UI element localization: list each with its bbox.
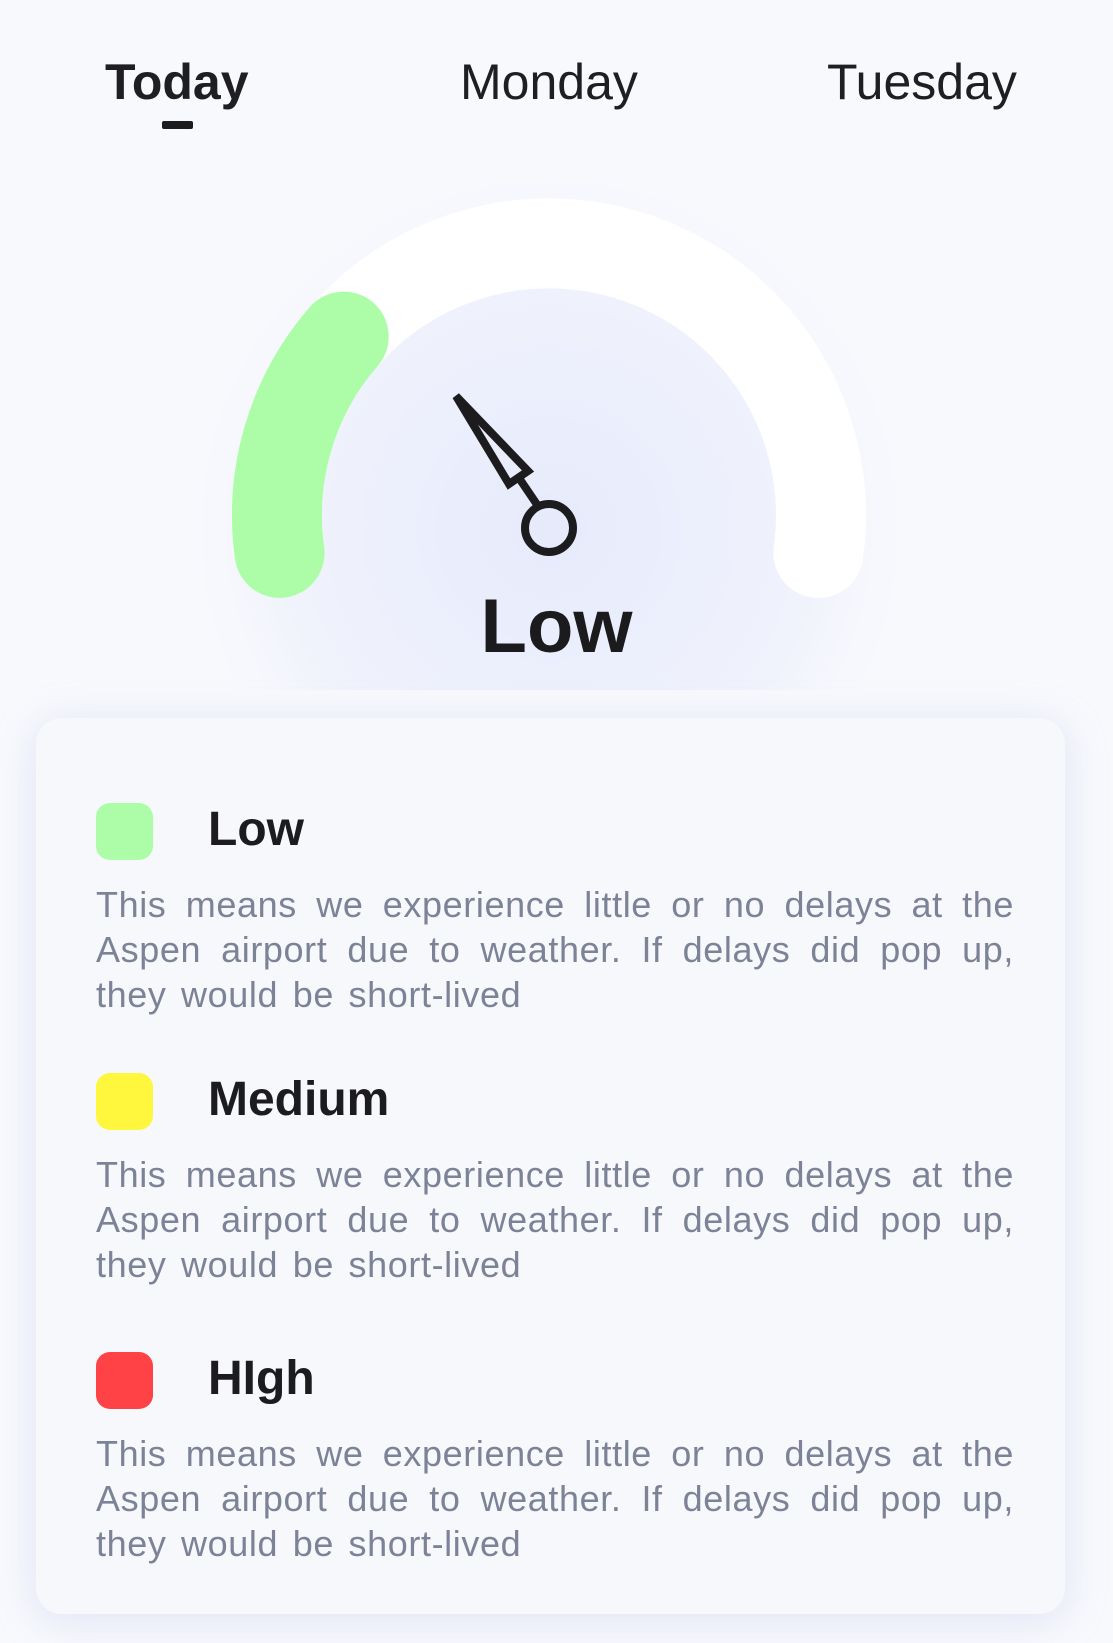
- tab-tuesday[interactable]: Tuesday: [827, 52, 1017, 112]
- low-swatch: [96, 803, 153, 860]
- legend-title-medium: Medium: [208, 1073, 390, 1126]
- legend-desc-high: This means we experience little or no de…: [96, 1433, 1014, 1564]
- medium-swatch: [96, 1073, 153, 1130]
- gauge-level-label: Low: [480, 584, 633, 669]
- legend-title-high: HIgh: [208, 1352, 315, 1405]
- day-tabs: Today Monday Tuesday: [0, 0, 1113, 140]
- tab-today[interactable]: Today: [105, 52, 249, 112]
- legend-card: Low This means we experience little or n…: [36, 718, 1065, 1614]
- legend-title-low: Low: [208, 803, 304, 856]
- legend-desc-medium: This means we experience little or no de…: [96, 1154, 1014, 1285]
- legend-desc-low: This means we experience little or no de…: [96, 884, 1014, 1015]
- active-tab-indicator: [162, 121, 193, 129]
- high-swatch: [96, 1352, 153, 1409]
- tab-monday[interactable]: Monday: [460, 52, 638, 112]
